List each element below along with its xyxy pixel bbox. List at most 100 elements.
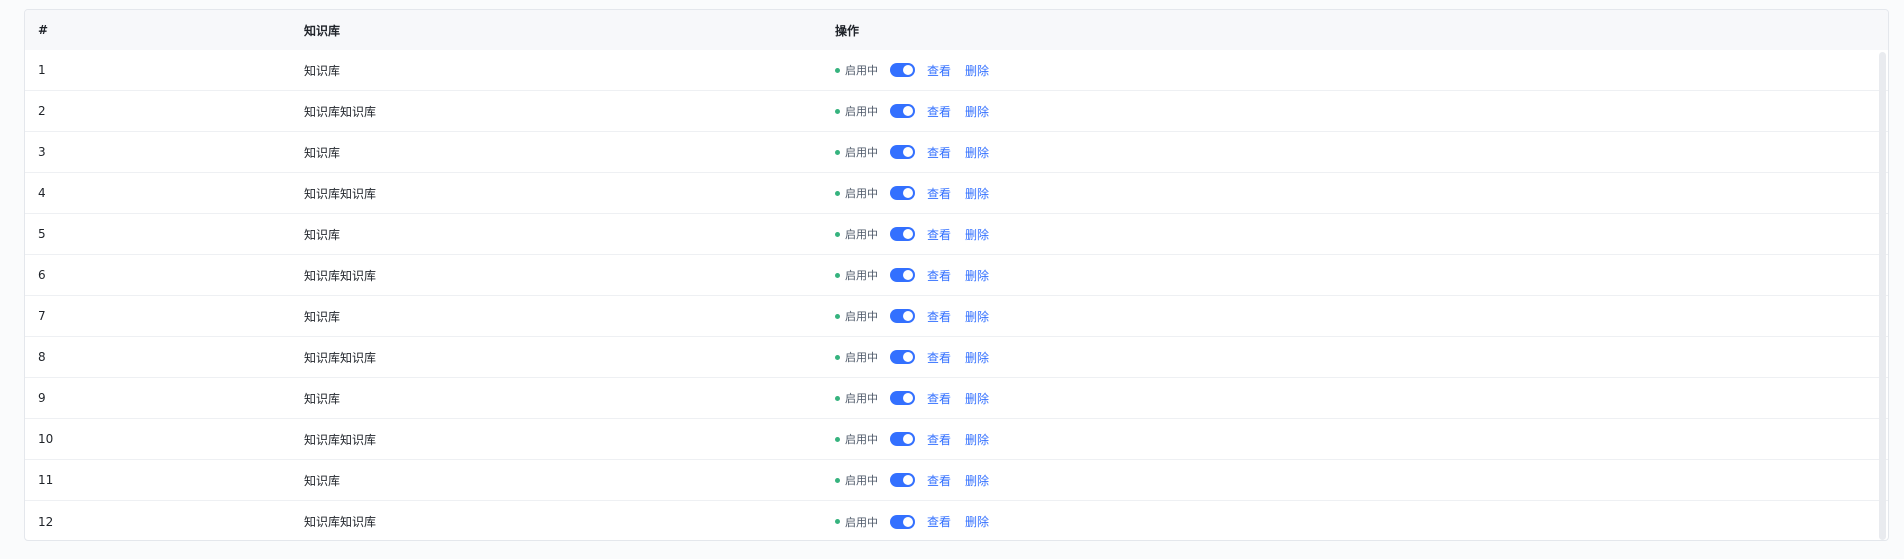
table-row: 6 知识库知识库 启用中 查看 删除 [25, 255, 1888, 296]
status-text: 启用中 [845, 515, 878, 529]
row-actions: 启用中 查看 删除 [822, 513, 1888, 530]
view-link[interactable]: 查看 [927, 144, 951, 161]
row-actions: 启用中 查看 删除 [822, 62, 1888, 79]
row-name: 知识库知识库 [304, 186, 377, 201]
status-dot-icon [835, 108, 840, 114]
status-badge: 启用中 [835, 267, 878, 283]
table-row: 5 知识库 启用中 查看 删除 [25, 214, 1888, 255]
view-link[interactable]: 查看 [927, 513, 951, 530]
status-text: 启用中 [845, 146, 878, 159]
status-text: 启用中 [845, 228, 878, 241]
delete-link[interactable]: 删除 [965, 267, 989, 284]
enable-toggle[interactable] [890, 391, 915, 405]
status-dot-icon [835, 190, 840, 196]
view-link[interactable]: 查看 [927, 472, 951, 489]
table-row: 1 知识库 启用中 查看 删除 [25, 50, 1888, 91]
view-link[interactable]: 查看 [927, 185, 951, 202]
vertical-scrollbar[interactable] [1879, 52, 1886, 540]
header-name: 知识库 [304, 23, 341, 38]
view-link[interactable]: 查看 [927, 267, 951, 284]
enable-toggle[interactable] [890, 268, 915, 282]
view-link[interactable]: 查看 [927, 308, 951, 325]
table-row: 2 知识库知识库 启用中 查看 删除 [25, 91, 1888, 132]
row-actions: 启用中 查看 删除 [822, 226, 1888, 243]
row-actions: 启用中 查看 删除 [822, 267, 1888, 284]
row-index: 9 [38, 391, 46, 405]
view-link[interactable]: 查看 [927, 103, 951, 120]
row-name: 知识库知识库 [304, 104, 377, 119]
row-actions: 启用中 查看 删除 [822, 185, 1888, 202]
status-badge: 启用中 [835, 349, 878, 365]
view-link[interactable]: 查看 [927, 390, 951, 407]
status-dot-icon [835, 354, 840, 360]
row-name: 知识库 [304, 63, 341, 78]
row-index: 11 [38, 473, 54, 487]
table-row: 3 知识库 启用中 查看 删除 [25, 132, 1888, 173]
enable-toggle[interactable] [890, 473, 915, 487]
row-name: 知识库知识库 [304, 350, 377, 365]
view-link[interactable]: 查看 [927, 226, 951, 243]
delete-link[interactable]: 删除 [965, 62, 989, 79]
row-index: 2 [38, 104, 46, 118]
table-row: 9 知识库 启用中 查看 删除 [25, 378, 1888, 419]
status-text: 启用中 [845, 392, 878, 405]
delete-link[interactable]: 删除 [965, 226, 989, 243]
toggle-knob-icon [903, 475, 913, 485]
toggle-knob-icon [903, 65, 913, 75]
delete-link[interactable]: 删除 [965, 103, 989, 120]
row-actions: 启用中 查看 删除 [822, 472, 1888, 489]
row-name: 知识库 [304, 227, 341, 242]
view-link[interactable]: 查看 [927, 62, 951, 79]
status-text: 启用中 [845, 351, 878, 364]
enable-toggle[interactable] [890, 227, 915, 241]
toggle-knob-icon [903, 434, 913, 444]
row-name: 知识库知识库 [304, 432, 377, 447]
status-dot-icon [835, 395, 840, 401]
table-row: 4 知识库知识库 启用中 查看 删除 [25, 173, 1888, 214]
delete-link[interactable]: 删除 [965, 185, 989, 202]
enable-toggle[interactable] [890, 432, 915, 446]
table-header: # 知识库 操作 [25, 10, 1888, 50]
enable-toggle[interactable] [890, 145, 915, 159]
table-row: 7 知识库 启用中 查看 删除 [25, 296, 1888, 337]
status-badge: 启用中 [835, 390, 878, 406]
delete-link[interactable]: 删除 [965, 349, 989, 366]
status-dot-icon [835, 436, 840, 442]
enable-toggle[interactable] [890, 514, 915, 529]
row-name: 知识库知识库 [304, 515, 377, 529]
row-actions: 启用中 查看 删除 [822, 103, 1888, 120]
delete-link[interactable]: 删除 [965, 513, 989, 530]
status-badge: 启用中 [835, 103, 878, 119]
status-text: 启用中 [845, 64, 878, 77]
status-badge: 启用中 [835, 431, 878, 447]
delete-link[interactable]: 删除 [965, 308, 989, 325]
enable-toggle[interactable] [890, 186, 915, 200]
enable-toggle[interactable] [890, 104, 915, 118]
toggle-knob-icon [903, 147, 913, 157]
delete-link[interactable]: 删除 [965, 472, 989, 489]
delete-link[interactable]: 删除 [965, 390, 989, 407]
enable-toggle[interactable] [890, 63, 915, 77]
status-badge: 启用中 [835, 514, 878, 530]
toggle-knob-icon [903, 188, 913, 198]
table-row: 8 知识库知识库 启用中 查看 删除 [25, 337, 1888, 378]
view-link[interactable]: 查看 [927, 349, 951, 366]
enable-toggle[interactable] [890, 309, 915, 323]
status-dot-icon [835, 477, 840, 483]
row-actions: 启用中 查看 删除 [822, 390, 1888, 407]
row-index: 1 [38, 63, 46, 77]
row-index: 6 [38, 268, 46, 282]
enable-toggle[interactable] [890, 350, 915, 364]
status-badge: 启用中 [835, 226, 878, 242]
row-index: 12 [38, 514, 54, 529]
toggle-knob-icon [903, 516, 913, 527]
status-text: 启用中 [845, 187, 878, 200]
view-link[interactable]: 查看 [927, 431, 951, 448]
status-dot-icon [835, 272, 840, 278]
toggle-knob-icon [903, 352, 913, 362]
status-text: 启用中 [845, 433, 878, 446]
toggle-knob-icon [903, 393, 913, 403]
delete-link[interactable]: 删除 [965, 431, 989, 448]
row-name: 知识库知识库 [304, 268, 377, 283]
delete-link[interactable]: 删除 [965, 144, 989, 161]
